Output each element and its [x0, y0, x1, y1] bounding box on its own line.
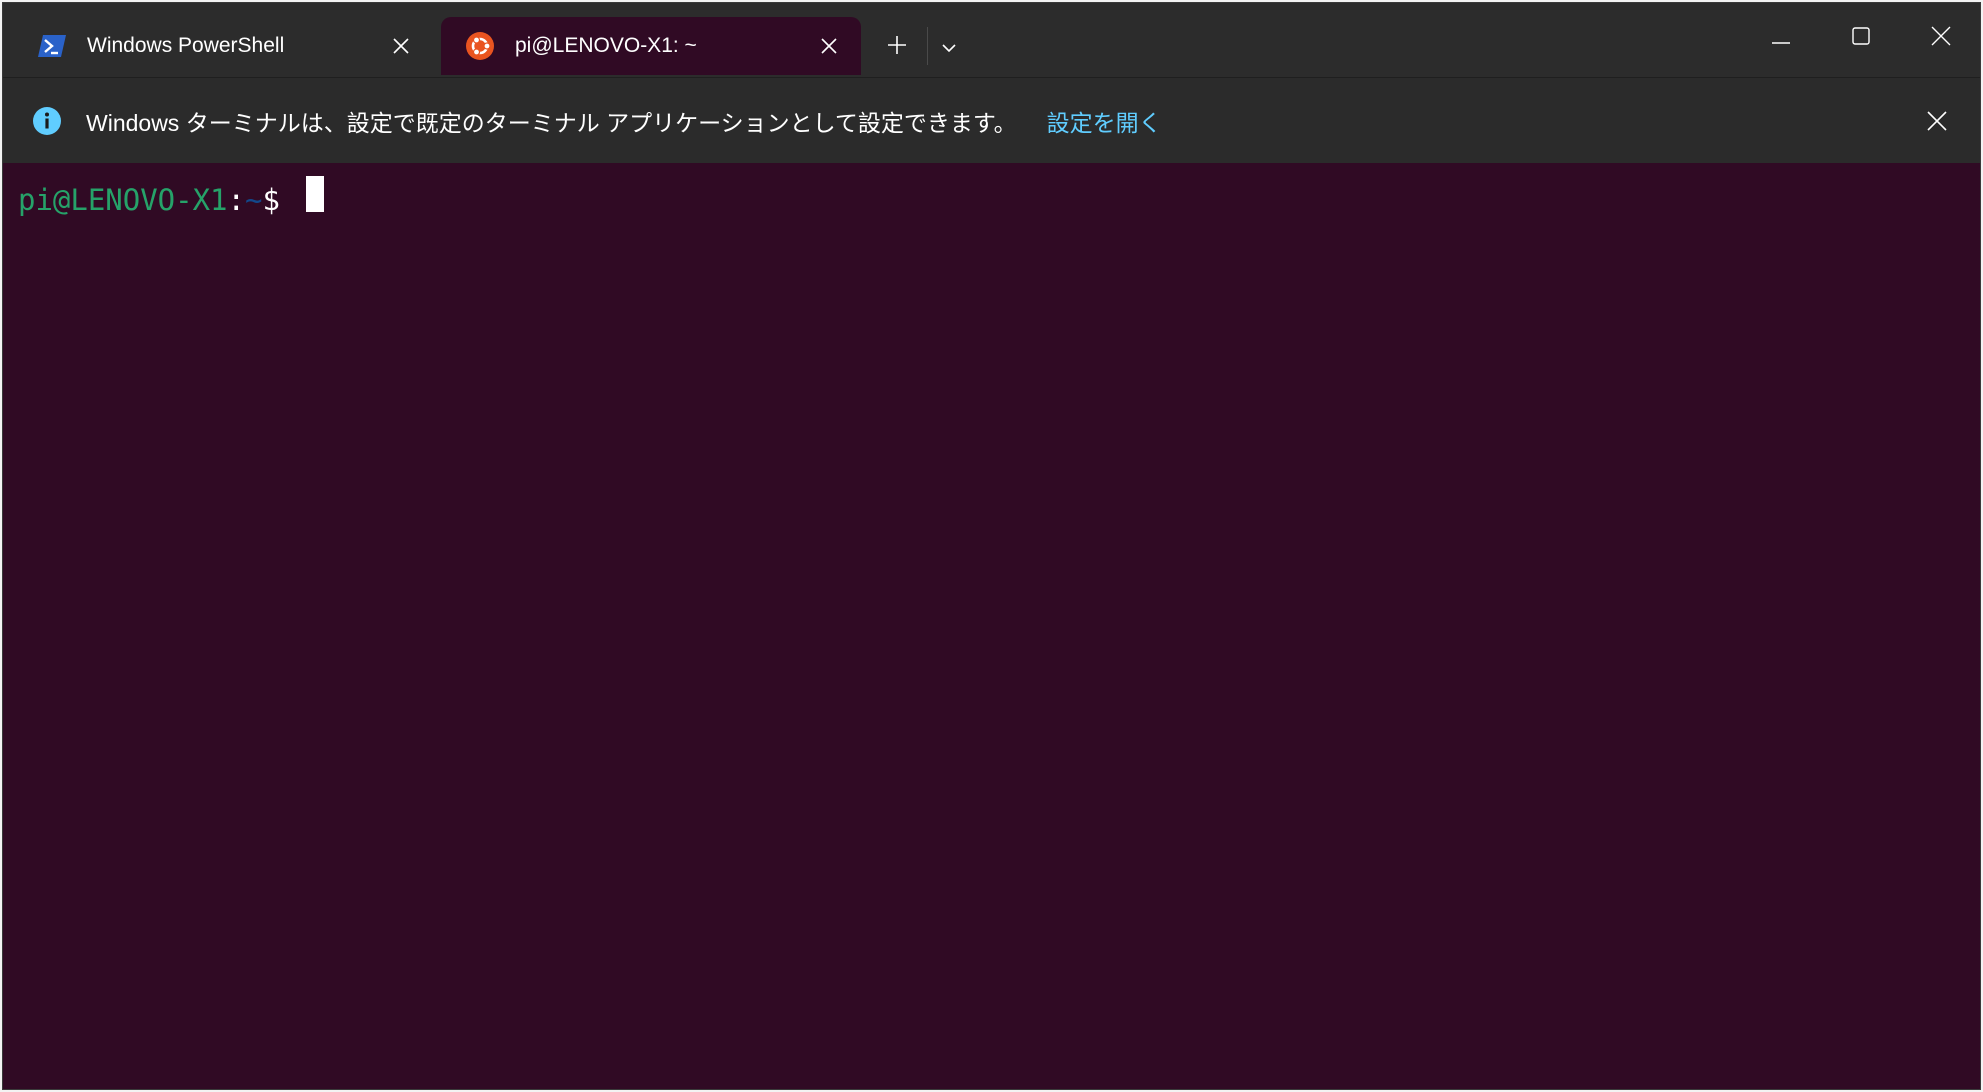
- close-icon: [1927, 111, 1947, 131]
- text-cursor: [306, 176, 324, 212]
- prompt-line: pi@LENOVO-X1:~$: [18, 180, 280, 220]
- close-tab-icon[interactable]: [383, 28, 419, 64]
- terminal-window: Windows PowerShell pi@LENOVO-X1: ~ Windo…: [2, 2, 1981, 1090]
- powershell-icon: [37, 31, 67, 61]
- tab-title: Windows PowerShell: [87, 34, 285, 57]
- new-tab-button[interactable]: [875, 27, 919, 67]
- tab-separator: [927, 27, 928, 65]
- minimize-button[interactable]: [1741, 3, 1821, 73]
- tab-ubuntu[interactable]: pi@LENOVO-X1: ~: [441, 17, 861, 75]
- maximize-button[interactable]: [1821, 3, 1901, 73]
- tab-title: pi@LENOVO-X1: ~: [515, 34, 697, 57]
- title-bar[interactable]: Windows PowerShell pi@LENOVO-X1: ~: [3, 3, 1980, 75]
- close-icon: [1931, 26, 1951, 50]
- profiles-dropdown-button[interactable]: [931, 27, 967, 67]
- info-icon: [32, 106, 62, 136]
- plus-icon: [887, 35, 907, 59]
- info-bar: Windows ターミナルは、設定で既定のターミナル アプリケーションとして設定…: [3, 77, 1980, 164]
- close-window-button[interactable]: [1901, 3, 1980, 73]
- ubuntu-icon: [465, 31, 495, 61]
- info-message: Windows ターミナルは、設定で既定のターミナル アプリケーションとして設定…: [86, 110, 1017, 136]
- dismiss-info-button[interactable]: [1914, 98, 1960, 144]
- minimize-icon: [1772, 29, 1790, 48]
- prompt-colon: :: [227, 183, 245, 217]
- tab-windows-powershell[interactable]: Windows PowerShell: [13, 17, 433, 75]
- close-tab-icon[interactable]: [811, 28, 847, 64]
- prompt-symbol: $: [262, 183, 280, 217]
- open-settings-link[interactable]: 設定を開く: [1047, 104, 1162, 138]
- prompt-user-host: pi@LENOVO-X1: [18, 183, 228, 217]
- maximize-icon: [1852, 27, 1870, 49]
- chevron-down-icon: [941, 38, 957, 57]
- prompt-path: ~: [244, 183, 263, 217]
- terminal-pane[interactable]: pi@LENOVO-X1:~$: [3, 163, 1980, 1089]
